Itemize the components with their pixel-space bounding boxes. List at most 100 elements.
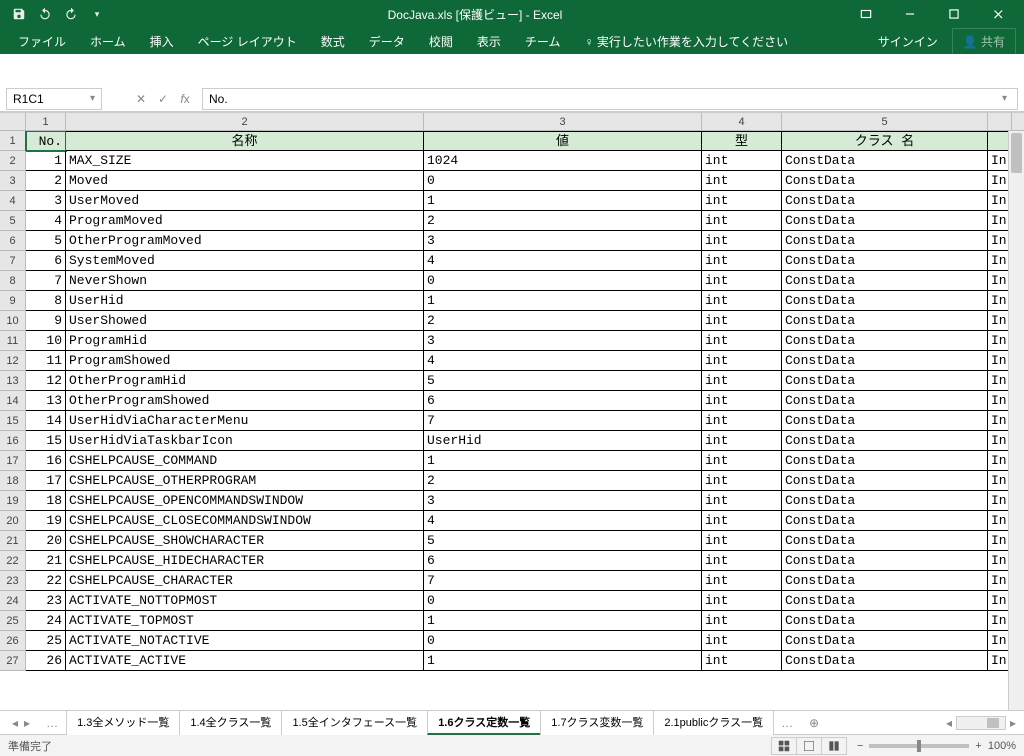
col-header[interactable]: 1 — [26, 113, 66, 130]
cell[interactable]: ConstData — [782, 231, 988, 251]
cell[interactable]: int — [702, 351, 782, 371]
scrollbar-thumb[interactable] — [987, 718, 999, 728]
row-header[interactable]: 21 — [0, 531, 26, 551]
cell[interactable]: 17 — [26, 471, 66, 491]
cell[interactable]: UserHidViaCharacterMenu — [66, 411, 424, 431]
expand-formula-icon[interactable]: ▾ — [1002, 93, 1011, 104]
cell[interactable]: NeverShown — [66, 271, 424, 291]
zoom-in-button[interactable]: + — [975, 740, 981, 752]
view-normal-icon[interactable] — [771, 737, 797, 755]
fx-icon[interactable]: fx — [174, 92, 196, 106]
undo-icon[interactable] — [36, 5, 54, 23]
tab-scroll-next-icon[interactable]: ▸ — [1006, 716, 1020, 730]
cell[interactable]: 4 — [26, 211, 66, 231]
cell[interactable]: 0 — [424, 171, 702, 191]
minimize-icon[interactable] — [888, 0, 932, 28]
cell[interactable]: CSHELPCAUSE_COMMAND — [66, 451, 424, 471]
cell[interactable]: CSHELPCAUSE_CHARACTER — [66, 571, 424, 591]
cell[interactable]: 2 — [424, 211, 702, 231]
cell[interactable]: ACTIVATE_ACTIVE — [66, 651, 424, 671]
cell[interactable]: Moved — [66, 171, 424, 191]
cell[interactable]: 0 — [424, 271, 702, 291]
cell[interactable]: 3 — [26, 191, 66, 211]
cell[interactable]: 11 — [26, 351, 66, 371]
cell[interactable]: int — [702, 391, 782, 411]
cell[interactable]: ConstData — [782, 451, 988, 471]
row-header[interactable]: 10 — [0, 311, 26, 331]
share-button[interactable]: 👤 共有 — [952, 28, 1016, 55]
cell[interactable]: ConstData — [782, 551, 988, 571]
col-header[interactable]: 2 — [66, 113, 424, 130]
cell[interactable]: ProgramMoved — [66, 211, 424, 231]
cell[interactable]: 0 — [424, 631, 702, 651]
cell[interactable]: 9 — [26, 311, 66, 331]
cell[interactable]: int — [702, 371, 782, 391]
cell[interactable]: 2 — [424, 311, 702, 331]
cell[interactable]: ConstData — [782, 631, 988, 651]
tab-nav-next-icon[interactable]: ▸ — [22, 714, 32, 732]
cell[interactable]: ProgramShowed — [66, 351, 424, 371]
cell[interactable]: 7 — [424, 571, 702, 591]
signin-link[interactable]: サインイン — [868, 29, 948, 54]
cell[interactable]: ConstData — [782, 591, 988, 611]
select-all-button[interactable] — [0, 113, 26, 130]
row-header[interactable]: 3 — [0, 171, 26, 191]
cell[interactable]: 15 — [26, 431, 66, 451]
cell[interactable]: ConstData — [782, 571, 988, 591]
cell[interactable]: 4 — [424, 511, 702, 531]
cell[interactable]: ConstData — [782, 611, 988, 631]
row-header[interactable]: 2 — [0, 151, 26, 171]
cell[interactable]: 5 — [424, 371, 702, 391]
cell[interactable]: ConstData — [782, 351, 988, 371]
tab-file[interactable]: ファイル — [8, 29, 76, 54]
cell[interactable]: SystemMoved — [66, 251, 424, 271]
cell[interactable]: 20 — [26, 531, 66, 551]
cell[interactable]: int — [702, 411, 782, 431]
cell[interactable]: CSHELPCAUSE_SHOWCHARACTER — [66, 531, 424, 551]
cell[interactable]: int — [702, 531, 782, 551]
cell[interactable]: ConstData — [782, 191, 988, 211]
sheet-tab[interactable]: 1.4全クラス一覧 — [179, 710, 282, 735]
table-header-cell[interactable]: 値 — [424, 131, 702, 151]
cell[interactable]: ConstData — [782, 391, 988, 411]
cell[interactable]: CSHELPCAUSE_CLOSECOMMANDSWINDOW — [66, 511, 424, 531]
sheet-tab[interactable]: 1.6クラス定数一覧 — [427, 710, 541, 735]
cell[interactable]: 8 — [26, 291, 66, 311]
cell[interactable]: 5 — [26, 231, 66, 251]
cell[interactable]: int — [702, 151, 782, 171]
cell[interactable]: ACTIVATE_TOPMOST — [66, 611, 424, 631]
cell[interactable]: 24 — [26, 611, 66, 631]
cell[interactable]: 7 — [424, 411, 702, 431]
chevron-down-icon[interactable]: ▾ — [90, 93, 95, 104]
cell[interactable]: OtherProgramHid — [66, 371, 424, 391]
row-header[interactable]: 7 — [0, 251, 26, 271]
cell[interactable]: 13 — [26, 391, 66, 411]
cell[interactable]: int — [702, 611, 782, 631]
cell[interactable]: 1 — [424, 191, 702, 211]
row-header[interactable]: 17 — [0, 451, 26, 471]
cell[interactable]: 1024 — [424, 151, 702, 171]
table-header-cell[interactable]: 型 — [702, 131, 782, 151]
tab-nav-prev-icon[interactable]: ◂ — [10, 714, 20, 732]
cell[interactable]: int — [702, 631, 782, 651]
row-header[interactable]: 8 — [0, 271, 26, 291]
row-header[interactable]: 26 — [0, 631, 26, 651]
horizontal-scrollbar[interactable] — [956, 716, 1006, 730]
sheet-tab[interactable]: 1.5全インタフェース一覧 — [281, 710, 428, 735]
cell[interactable]: 22 — [26, 571, 66, 591]
cell[interactable]: UserHid — [424, 431, 702, 451]
cell[interactable]: UserHidViaTaskbarIcon — [66, 431, 424, 451]
sheet-tab[interactable]: 1.3全メソッド一覧 — [66, 710, 180, 735]
cell[interactable]: int — [702, 331, 782, 351]
cell[interactable]: ConstData — [782, 371, 988, 391]
row-header[interactable]: 25 — [0, 611, 26, 631]
row-header[interactable]: 13 — [0, 371, 26, 391]
new-sheet-button[interactable]: ⊕ — [801, 713, 827, 733]
cell[interactable]: OtherProgramShowed — [66, 391, 424, 411]
cell[interactable]: 6 — [424, 551, 702, 571]
row-header[interactable]: 19 — [0, 491, 26, 511]
cell[interactable]: ConstData — [782, 311, 988, 331]
cell[interactable]: 12 — [26, 371, 66, 391]
cell[interactable]: 1 — [424, 291, 702, 311]
cell[interactable]: ProgramHid — [66, 331, 424, 351]
